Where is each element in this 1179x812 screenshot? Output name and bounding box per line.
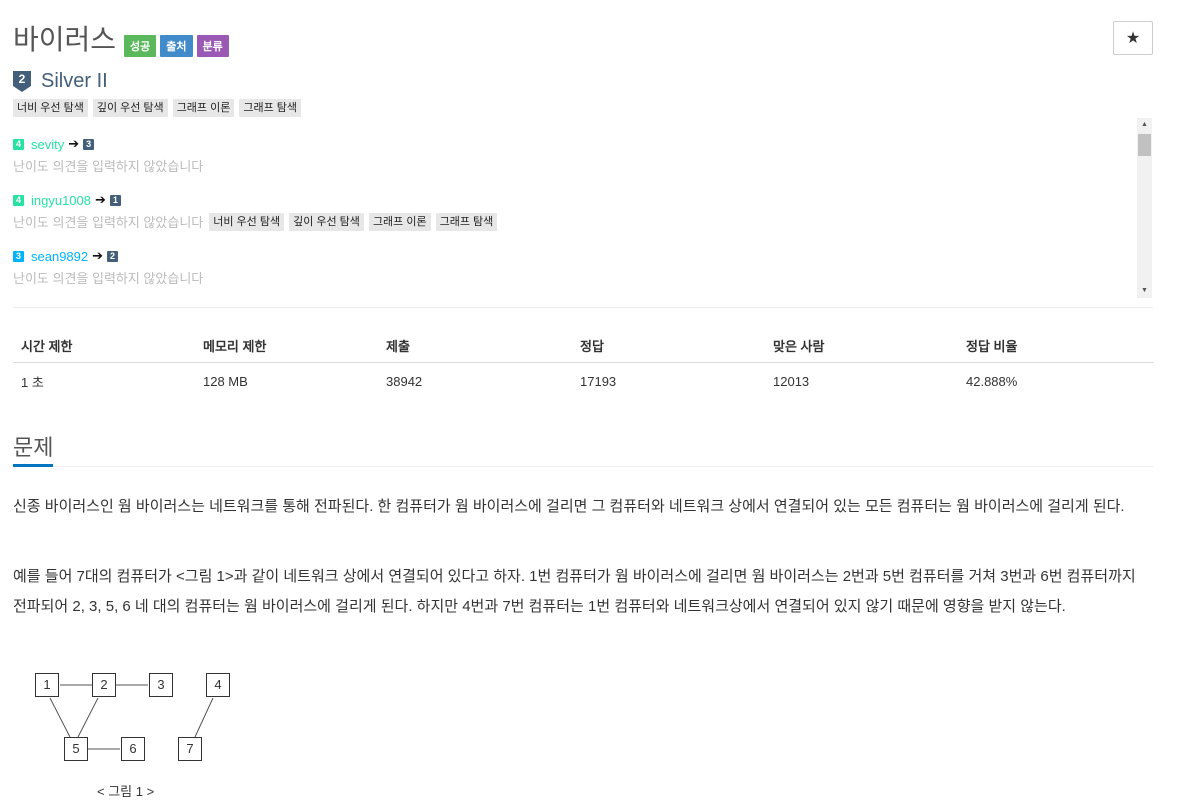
column-header: 메모리 제한 bbox=[195, 328, 378, 363]
problem-paragraph: 예를 들어 7대의 컴퓨터가 <그림 1>과 같이 네트워크 상에서 연결되어 … bbox=[13, 568, 1136, 615]
opinion-tag[interactable]: 그래프 이론 bbox=[368, 212, 431, 231]
section-underline bbox=[13, 464, 53, 467]
section-title: 문제 bbox=[13, 435, 54, 460]
svg-text:2: 2 bbox=[19, 72, 26, 86]
problem-title: 바이러스 bbox=[13, 24, 117, 55]
figure-node-3: 3 bbox=[149, 673, 173, 697]
badge-success[interactable]: 성공 bbox=[124, 35, 157, 57]
figure-node-6: 6 bbox=[121, 737, 145, 761]
figure-node-1: 1 bbox=[35, 673, 59, 697]
opinion-text: 난이도 의견을 입력하지 않았습니다 bbox=[13, 271, 204, 286]
scroll-up-icon[interactable]: ▲ bbox=[1137, 118, 1152, 132]
tag-list: 너비 우선 탐색 깊이 우선 탐색 그래프 이론 그래프 탐색 bbox=[13, 99, 306, 117]
column-header: 정답 bbox=[572, 328, 765, 363]
tag-graph-search[interactable]: 그래프 탐색 bbox=[239, 99, 301, 117]
opinion-tag[interactable]: 그래프 탐색 bbox=[435, 212, 498, 231]
opinion-tag[interactable]: 너비 우선 탐색 bbox=[209, 212, 285, 231]
column-header: 맞은 사람 bbox=[765, 328, 958, 363]
table-row: 1 초 128 MB 38942 17193 12013 42.888% bbox=[13, 363, 1154, 400]
silver-tier-icon: 1 bbox=[109, 194, 121, 206]
problem-paragraph: 신종 바이러스인 웜 바이러스는 네트워크를 통해 전파된다. 한 컴퓨터가 웜… bbox=[13, 498, 1125, 515]
time-limit: 1 초 bbox=[21, 374, 44, 390]
opinion-item: 3 sean9892 ➔ 2 난이도 의견을 입력하지 않았습니다 bbox=[13, 248, 203, 287]
opinion-user[interactable]: ingyu1008 bbox=[31, 193, 91, 208]
figure-caption: < 그림 1 > bbox=[97, 784, 155, 799]
tag-dfs[interactable]: 깊이 우선 탐색 bbox=[92, 99, 168, 117]
tag-bfs[interactable]: 너비 우선 탐색 bbox=[13, 99, 88, 117]
opinion-tag[interactable]: 깊이 우선 탐색 bbox=[289, 212, 364, 231]
column-header: 시간 제한 bbox=[13, 328, 195, 363]
figure-node-7: 7 bbox=[178, 737, 202, 761]
submissions: 38942 bbox=[386, 373, 423, 389]
badge-category[interactable]: 분류 bbox=[196, 35, 229, 57]
opinion-user[interactable]: sevity bbox=[31, 137, 64, 152]
star-button[interactable]: ★ bbox=[1113, 21, 1153, 55]
difficulty-opinions[interactable]: 4 sevity ➔ 3 난이도 의견을 입력하지 않았습니다 4 ingyu1… bbox=[13, 118, 1153, 298]
tier-row: 2 Silver II bbox=[13, 70, 108, 93]
scroll-thumb[interactable] bbox=[1138, 134, 1151, 156]
silver-tier-icon: 2 bbox=[13, 70, 31, 92]
silver-tier-icon: 3 bbox=[83, 138, 95, 150]
opinion-text: 난이도 의견을 입력하지 않았습니다 bbox=[13, 159, 204, 174]
problem-stats-table: 시간 제한 메모리 제한 제출 정답 맞은 사람 정답 비율 1 초 128 M… bbox=[13, 328, 1154, 399]
gold-tier-icon: 3 bbox=[13, 250, 24, 262]
silver-tier-icon: 2 bbox=[107, 250, 119, 262]
table-header-row: 시간 제한 메모리 제한 제출 정답 맞은 사람 정답 비율 bbox=[13, 328, 1154, 363]
memory-limit: 128 MB bbox=[203, 373, 248, 389]
gold-tier-icon: 4 bbox=[13, 138, 24, 150]
column-header: 정답 비율 bbox=[958, 328, 1154, 363]
accepted: 17193 bbox=[580, 373, 617, 389]
figure-node-5: 5 bbox=[64, 737, 88, 761]
figure-node-2: 2 bbox=[92, 673, 116, 697]
column-header: 제출 bbox=[378, 328, 572, 363]
solved-users: 12013 bbox=[773, 373, 810, 389]
opinion-item: 4 sevity ➔ 3 난이도 의견을 입력하지 않았습니다 bbox=[13, 136, 203, 175]
arrow-icon: ➔ bbox=[92, 248, 104, 263]
opinion-text: 난이도 의견을 입력하지 않았습니다 bbox=[13, 215, 204, 230]
tag-graph-theory[interactable]: 그래프 이론 bbox=[172, 99, 235, 117]
section-divider bbox=[13, 466, 1153, 467]
opinion-item: 4 ingyu1008 ➔ 1 난이도 의견을 입력하지 않았습니다 너비 우선… bbox=[13, 192, 502, 231]
scroll-down-icon[interactable]: ▼ bbox=[1137, 284, 1152, 298]
accepted-ratio: 42.888% bbox=[966, 373, 1018, 389]
figure-node-4: 4 bbox=[206, 673, 230, 697]
badge-source[interactable]: 출처 bbox=[160, 35, 193, 57]
divider bbox=[13, 307, 1153, 308]
gold-tier-icon: 4 bbox=[13, 194, 24, 206]
opinion-user[interactable]: sean9892 bbox=[31, 249, 88, 264]
opinions-scrollbar[interactable]: ▲ ▼ bbox=[1137, 118, 1152, 298]
tier-label: Silver II bbox=[41, 70, 108, 92]
arrow-icon: ➔ bbox=[68, 136, 80, 151]
arrow-icon: ➔ bbox=[95, 192, 106, 207]
title-row: 바이러스 성공 출처 분류 bbox=[13, 20, 233, 60]
